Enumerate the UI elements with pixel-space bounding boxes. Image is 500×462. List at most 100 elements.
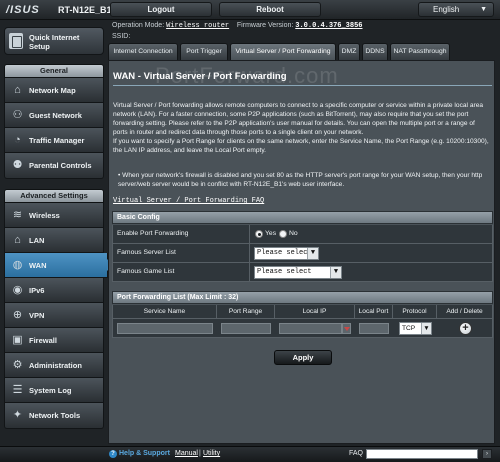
column-port-range: Port Range (217, 305, 275, 318)
local-ip-input[interactable] (279, 323, 342, 334)
port-forwarding-faq-link[interactable]: Virtual Server / Port Forwarding FAQ (113, 197, 264, 205)
traffic-manager-icon: ◔ (14, 134, 21, 146)
sidebar-item-label: Network Tools (29, 411, 81, 420)
port-range-input[interactable] (221, 323, 271, 334)
wan-icon: ◍ (12, 259, 23, 271)
enable-no-radio[interactable] (279, 230, 287, 238)
local-port-input[interactable] (359, 323, 389, 334)
page-description: Virtual Server / Port forwarding allows … (113, 101, 491, 155)
sidebar-item-vpn[interactable]: ⊕ VPN (4, 303, 104, 328)
title-divider (113, 85, 492, 86)
sidebar-item-label: VPN (29, 311, 45, 320)
firmware-label: Firmware Version: (236, 22, 294, 29)
sidebar-item-label: IPv6 (29, 286, 45, 295)
sidebar-item-network-map[interactable]: ⌂ Network Map (4, 78, 104, 103)
faq-go-button[interactable]: › (482, 449, 492, 459)
system-log-icon: ☰ (12, 384, 23, 396)
top-bar: /ISUS RT-N12E_B1 Logout Reboot English ▼ (0, 0, 500, 20)
famous-game-row: Famous Game List Please select ▼ (112, 263, 493, 282)
vpn-icon: ⊕ (12, 309, 23, 321)
ssid-label: SSID: (112, 33, 131, 40)
sidebar-item-label: System Log (29, 386, 72, 395)
quick-setup-label: Quick Internet Setup (29, 33, 80, 51)
sidebar-item-label: Firewall (29, 336, 57, 345)
op-mode-link[interactable]: Wireless router (166, 22, 229, 30)
sidebar-item-label: Network Map (29, 86, 76, 95)
faq-search-input[interactable] (366, 449, 478, 459)
enable-port-forwarding-row: Enable Port Forwarding Yes No (112, 225, 493, 244)
protocol-value: TCP (402, 325, 416, 332)
sidebar-item-label: Administration (29, 361, 82, 370)
quick-internet-setup-button[interactable]: Quick Internet Setup (4, 27, 104, 55)
sidebar-item-lan[interactable]: ⌂ LAN (4, 228, 104, 253)
advanced-settings-header: Advanced Settings (4, 189, 104, 203)
guest-network-icon: ⚇ (12, 109, 23, 121)
tab-internet-connection[interactable]: Internet Connection (108, 43, 178, 60)
column-local-ip: Local IP (275, 305, 355, 318)
general-section-header: General (4, 64, 104, 78)
footer-separator: | (199, 450, 201, 457)
faq-label: FAQ (349, 450, 364, 457)
service-name-input[interactable] (117, 323, 213, 334)
chevron-down-icon: ▼ (307, 248, 318, 259)
brand-logo: /ISUS (6, 4, 40, 16)
administration-icon: ⚙ (12, 359, 23, 371)
enable-yes-radio[interactable] (255, 230, 263, 238)
op-mode-label: Operation Mode: (112, 22, 165, 29)
firewall-note-text: When your network's firewall is disabled… (118, 172, 483, 188)
sidebar-item-administration[interactable]: ⚙ Administration (4, 353, 104, 378)
chevron-down-icon: ▼ (330, 267, 341, 278)
tab-virtual-server[interactable]: Virtual Server / Port Forwarding (230, 43, 336, 60)
sidebar-item-firewall[interactable]: ▣ Firewall (4, 328, 104, 353)
description-paragraph-1: Virtual Server / Port forwarding allows … (113, 102, 484, 136)
sidebar-item-guest-network[interactable]: ⚇ Guest Network (4, 103, 104, 128)
sidebar-item-label: Guest Network (29, 111, 82, 120)
sidebar-item-parental-controls[interactable]: ⚉ Parental Controls (4, 153, 104, 179)
page-title: WAN - Virtual Server / Port Forwarding (113, 71, 287, 82)
sidebar-item-network-tools[interactable]: ✦ Network Tools (4, 403, 104, 429)
sidebar-item-traffic-manager[interactable]: ◔ Traffic Manager (4, 128, 104, 153)
column-add-delete: Add / Delete (446, 308, 483, 315)
network-map-icon: ⌂ (14, 84, 21, 96)
tab-dmz[interactable]: DMZ (338, 43, 360, 60)
sidebar-item-wan[interactable]: ◍ WAN (4, 253, 113, 278)
famous-game-select[interactable]: Please select ▼ (254, 266, 342, 279)
enable-port-forwarding-label: Enable Port Forwarding (113, 225, 250, 243)
footer: ? Help & Support Manual | Utility FAQ › (0, 446, 500, 462)
sidebar-item-label: Wireless (29, 211, 60, 220)
sidebar-item-label: Traffic Manager (29, 136, 85, 145)
sidebar-item-label: LAN (29, 236, 45, 245)
famous-server-select[interactable]: Please select ▼ (254, 247, 319, 260)
tab-ddns[interactable]: DDNS (362, 43, 388, 60)
tab-nat-passthrough[interactable]: NAT Passthrough (390, 43, 450, 60)
port-forwarding-columns: Service Name Port Range Local IP Local P… (112, 305, 493, 319)
language-select[interactable]: English ▼ (418, 2, 494, 17)
status-info: Operation Mode: Wireless router Firmware… (112, 22, 362, 30)
help-icon: ? (109, 450, 117, 458)
sidebar-item-ipv6[interactable]: ◉ IPv6 (4, 278, 104, 303)
famous-server-value: Please select (257, 249, 312, 257)
help-support-link[interactable]: Help & Support (119, 450, 170, 457)
add-rule-button[interactable]: + (459, 322, 472, 335)
sidebar-item-label: Parental Controls (29, 161, 92, 170)
apply-button[interactable]: Apply (274, 350, 332, 365)
manual-link[interactable]: Manual (175, 450, 198, 457)
language-value: English (433, 5, 460, 14)
local-ip-dropdown-icon[interactable] (342, 323, 351, 334)
protocol-select[interactable]: TCP ▼ (399, 322, 432, 335)
ipv6-icon: ◉ (12, 284, 23, 296)
tab-port-trigger[interactable]: Port Trigger (180, 43, 228, 60)
model-name: RT-N12E_B1 (58, 5, 112, 15)
sidebar-item-label: WAN (29, 261, 47, 270)
firmware-link[interactable]: 3.0.0.4.376_3856 (295, 22, 362, 30)
utility-link[interactable]: Utility (203, 450, 220, 457)
reboot-button[interactable]: Reboot (219, 2, 321, 17)
sidebar-item-system-log[interactable]: ☰ System Log (4, 378, 104, 403)
enable-no-label: No (289, 230, 298, 237)
famous-game-label: Famous Game List (113, 263, 250, 281)
wireless-icon: ≋ (12, 209, 23, 221)
column-local-port: Local Port (355, 305, 393, 318)
logout-button[interactable]: Logout (110, 2, 212, 17)
sidebar-item-wireless[interactable]: ≋ Wireless (4, 203, 104, 228)
column-protocol: Protocol (393, 305, 437, 318)
